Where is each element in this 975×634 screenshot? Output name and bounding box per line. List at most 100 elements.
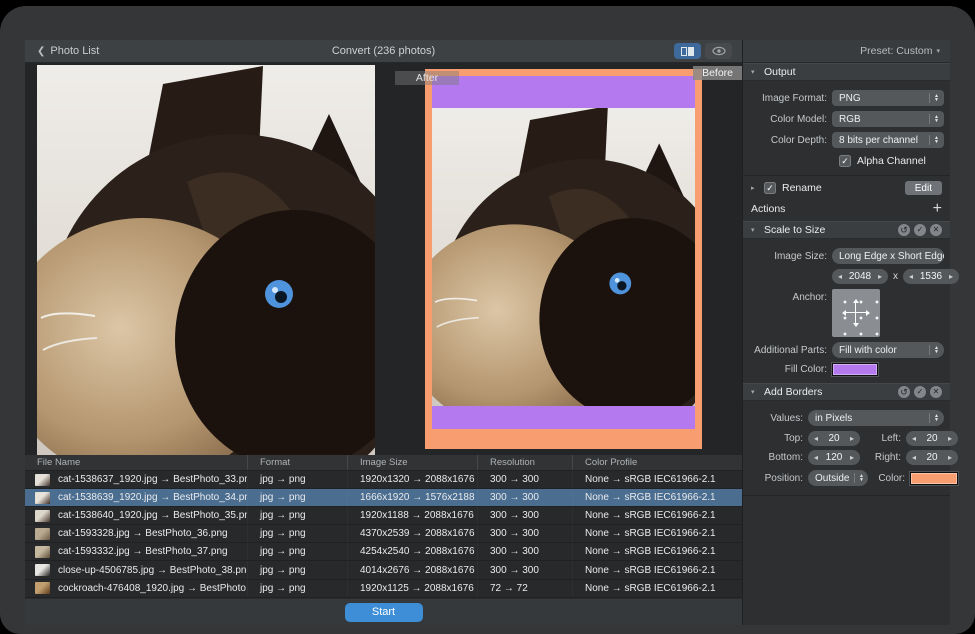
border-top-stepper[interactable]: ◂ 20 ▸ [808, 431, 860, 446]
stepper-increment-icon[interactable]: ▸ [850, 453, 854, 462]
color-depth-label: Color Depth: [751, 135, 827, 146]
compare-view-button[interactable] [674, 43, 701, 59]
table-row[interactable]: cat-1538640_1920.jpg → BestPhoto_35.pngj… [25, 507, 742, 525]
column-header-format[interactable]: Format [247, 455, 347, 470]
back-to-photo-list-button[interactable]: ❮ Photo List [37, 45, 99, 57]
stepper-decrement-icon[interactable]: ◂ [814, 434, 818, 443]
select-arrows-icon: ▲▼ [934, 414, 939, 423]
image-size-cell: 4370x2539 → 2088x1676 [347, 525, 477, 542]
scale-section-header[interactable]: ▾ Scale to Size ↺ ✓ ✕ [743, 221, 950, 239]
disclosure-open-icon[interactable]: ▾ [751, 68, 758, 76]
additional-parts-select[interactable]: Fill with color ▲▼ [832, 342, 944, 358]
borders-remove-button[interactable]: ✕ [930, 386, 942, 398]
border-bottom-stepper[interactable]: ◂ 120 ▸ [808, 450, 860, 465]
image-format-select[interactable]: PNG ▲▼ [832, 90, 944, 106]
border-color-label: Color: [873, 473, 905, 484]
anchor-grid-control[interactable] [832, 289, 880, 337]
after-label: After [395, 71, 459, 85]
file-thumbnail [35, 546, 50, 558]
cat-photo-after [432, 108, 695, 406]
table-row[interactable]: cat-1593332.jpg → BestPhoto_37.pngjpg → … [25, 543, 742, 561]
scale-reset-button[interactable]: ↺ [898, 224, 910, 236]
preset-dropdown[interactable]: Preset: Custom [860, 45, 932, 57]
scale-remove-button[interactable]: ✕ [930, 224, 942, 236]
stepper-increment-icon[interactable]: ▸ [948, 434, 952, 443]
output-section-header[interactable]: ▾ Output [743, 63, 950, 81]
rename-checkbox[interactable]: ✓ [764, 182, 776, 194]
back-chevron-icon: ❮ [37, 46, 45, 57]
file-name: cat-1538640_1920.jpg → BestPhoto_35.png [58, 510, 247, 521]
file-thumbnail [35, 492, 50, 504]
additional-parts-label: Additional Parts: [751, 345, 827, 356]
convert-toolbar: ❮ Photo List Convert (236 photos) [25, 40, 742, 63]
borders-reset-button[interactable]: ↺ [898, 386, 910, 398]
screen: ❮ Photo List Convert (236 photos) [0, 0, 975, 634]
stepper-increment-icon[interactable]: ▸ [948, 453, 952, 462]
border-bottom-label: Bottom: [751, 452, 803, 463]
color-model-label: Color Model: [751, 114, 827, 125]
image-size-select[interactable]: Long Edge x Short Edge ▲▼ [832, 248, 944, 264]
preview-toggle-button[interactable] [705, 43, 732, 59]
rename-edit-button[interactable]: Edit [905, 181, 942, 195]
column-header-file-name[interactable]: File Name [25, 455, 247, 470]
alpha-channel-checkbox[interactable]: ✓ [839, 155, 851, 167]
disclosure-open-icon[interactable]: ▾ [751, 226, 758, 234]
stepper-decrement-icon[interactable]: ◂ [912, 434, 916, 443]
image-size-cell: 1920x1188 → 2088x1676 [347, 507, 477, 524]
color-model-select[interactable]: RGB ▲▼ [832, 111, 944, 127]
bottom-bar: Start [25, 598, 742, 625]
select-arrows-icon: ▲▼ [859, 474, 864, 483]
image-size-cell: 4014x2676 → 2088x1676 [347, 561, 477, 578]
cat-photo-before [37, 65, 375, 455]
disclosure-closed-icon[interactable]: ▸ [751, 184, 758, 192]
file-thumbnail [35, 564, 50, 576]
resolution-cell: 300 → 300 [477, 561, 572, 578]
stepper-decrement-icon[interactable]: ◂ [838, 272, 842, 281]
values-select[interactable]: in Pixels ▲▼ [808, 410, 944, 426]
disclosure-open-icon[interactable]: ▾ [751, 388, 758, 396]
border-color-well[interactable] [910, 472, 958, 485]
border-left-stepper[interactable]: ◂ 20 ▸ [906, 431, 958, 446]
border-left-value: 20 [926, 433, 937, 444]
before-after-viewer: Before After [25, 63, 742, 455]
settings-sidebar: Preset: Custom ▾ ▾ Output Image Format: … [742, 40, 950, 625]
color-profile-cell: None → sRGB IEC61966-2.1 [572, 525, 742, 542]
stepper-increment-icon[interactable]: ▸ [850, 434, 854, 443]
stepper-decrement-icon[interactable]: ◂ [912, 453, 916, 462]
column-header-image-size[interactable]: Image Size [347, 455, 477, 470]
stepper-increment-icon[interactable]: ▸ [878, 272, 882, 281]
start-button[interactable]: Start [345, 603, 423, 622]
select-arrows-icon: ▲▼ [934, 94, 939, 103]
position-select[interactable]: Outside ▲▼ [808, 470, 868, 486]
fill-band-bottom [432, 406, 695, 429]
image-size-cell: 1920x1320 → 2088x1676 [347, 471, 477, 488]
table-row[interactable]: cat-1538639_1920.jpg → BestPhoto_34.pngj… [25, 489, 742, 507]
table-row[interactable]: close-up-4506785.jpg → BestPhoto_38.pngj… [25, 561, 742, 579]
borders-enable-button[interactable]: ✓ [914, 386, 926, 398]
color-depth-select[interactable]: 8 bits per channel ▲▼ [832, 132, 944, 148]
stepper-decrement-icon[interactable]: ◂ [909, 272, 913, 281]
resolution-cell: 300 → 300 [477, 489, 572, 506]
file-name: close-up-4506785.jpg → BestPhoto_38.png [58, 565, 247, 576]
add-action-button[interactable]: + [933, 202, 942, 216]
file-thumbnail [35, 474, 50, 486]
file-format-cell: jpg → png [247, 489, 347, 506]
table-row[interactable]: cat-1593328.jpg → BestPhoto_36.pngjpg → … [25, 525, 742, 543]
fill-color-well[interactable] [832, 363, 878, 376]
scale-enable-button[interactable]: ✓ [914, 224, 926, 236]
stepper-increment-icon[interactable]: ▸ [949, 272, 953, 281]
width-stepper[interactable]: ◂ 2048 ▸ [832, 269, 888, 284]
color-profile-cell: None → sRGB IEC61966-2.1 [572, 580, 742, 597]
border-right-label: Right: [865, 452, 901, 463]
table-row[interactable]: cockroach-476408_1920.jpg → BestPhoto…jp… [25, 580, 742, 598]
border-right-stepper[interactable]: ◂ 20 ▸ [906, 450, 958, 465]
file-thumbnail [35, 582, 50, 594]
table-row[interactable]: cat-1538637_1920.jpg → BestPhoto_33.pngj… [25, 471, 742, 489]
height-stepper[interactable]: ◂ 1536 ▸ [903, 269, 959, 284]
scale-section-title: Scale to Size [764, 224, 825, 236]
column-header-color-profile[interactable]: Color Profile [572, 455, 742, 470]
borders-section-header[interactable]: ▾ Add Borders ↺ ✓ ✕ [743, 383, 950, 401]
stepper-decrement-icon[interactable]: ◂ [814, 453, 818, 462]
borders-section-title: Add Borders [764, 386, 822, 398]
column-header-resolution[interactable]: Resolution [477, 455, 572, 470]
